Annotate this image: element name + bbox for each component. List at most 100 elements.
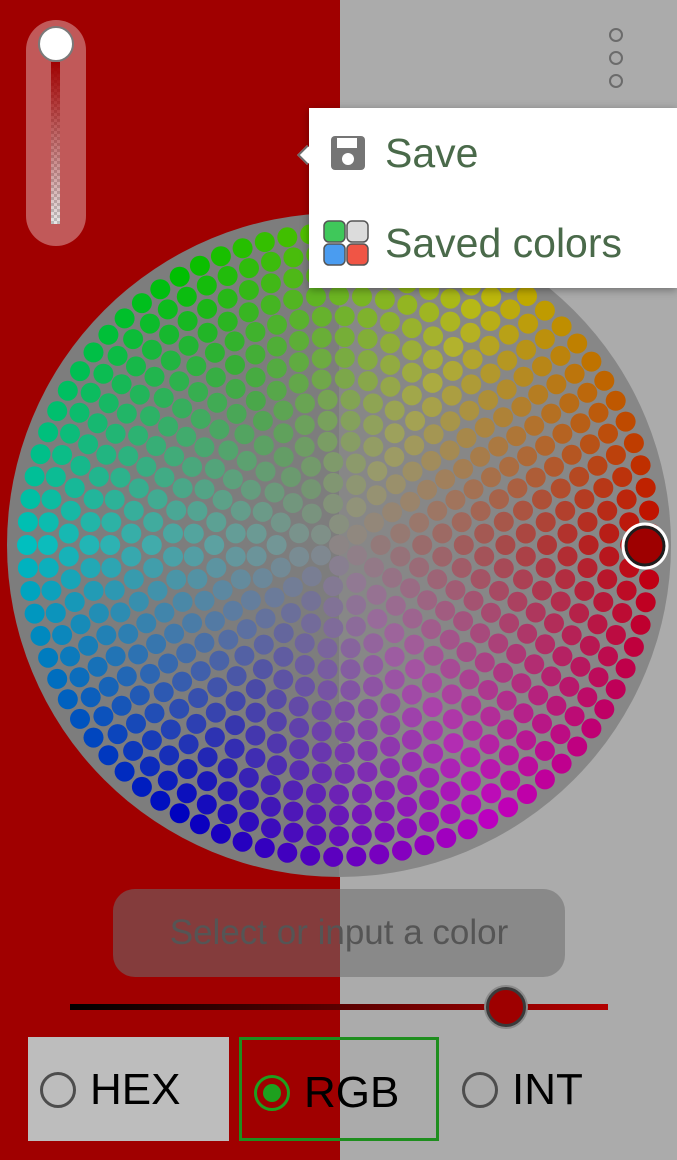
color-dot[interactable] (432, 546, 453, 567)
color-dot[interactable] (577, 687, 598, 708)
color-dot[interactable] (334, 347, 355, 368)
color-dot[interactable] (329, 514, 349, 535)
color-dot[interactable] (496, 379, 517, 400)
color-dot[interactable] (30, 444, 51, 465)
color-dot[interactable] (194, 632, 215, 653)
color-dot[interactable] (400, 491, 421, 512)
color-dot[interactable] (245, 702, 266, 723)
color-dot[interactable] (197, 747, 218, 768)
color-dot[interactable] (457, 819, 478, 840)
color-dot[interactable] (317, 659, 338, 680)
color-dot[interactable] (474, 417, 495, 438)
color-dot[interactable] (635, 477, 656, 498)
color-dot[interactable] (20, 489, 41, 509)
color-dot[interactable] (281, 467, 301, 487)
color-dot[interactable] (277, 842, 298, 863)
color-dot[interactable] (374, 289, 395, 310)
color-dot[interactable] (456, 428, 477, 448)
color-dot[interactable] (555, 500, 576, 521)
color-dot[interactable] (210, 823, 231, 844)
color-dot[interactable] (266, 733, 287, 754)
color-dot[interactable] (363, 676, 383, 697)
color-dot[interactable] (615, 658, 636, 679)
color-dot[interactable] (357, 350, 378, 370)
color-dot[interactable] (340, 659, 361, 680)
color-dot[interactable] (422, 372, 443, 393)
color-dot[interactable] (225, 523, 246, 544)
color-dot[interactable] (561, 625, 582, 646)
color-dot[interactable] (346, 497, 367, 518)
color-dot[interactable] (267, 314, 287, 335)
color-dot[interactable] (70, 708, 90, 729)
color-dot[interactable] (69, 402, 90, 423)
color-dot[interactable] (323, 452, 344, 472)
color-dot[interactable] (451, 512, 472, 533)
color-dot[interactable] (17, 535, 37, 555)
color-dot[interactable] (460, 322, 481, 343)
color-dot[interactable] (80, 558, 101, 578)
color-dot[interactable] (245, 344, 266, 365)
color-dot[interactable] (367, 461, 388, 482)
color-dot[interactable] (96, 444, 117, 465)
color-dot[interactable] (513, 366, 534, 387)
color-dot[interactable] (282, 493, 303, 513)
color-dot[interactable] (144, 366, 165, 387)
color-dot[interactable] (401, 385, 422, 406)
color-dot[interactable] (480, 363, 501, 384)
color-dot[interactable] (169, 698, 190, 719)
color-dot[interactable] (104, 580, 125, 601)
color-dot[interactable] (83, 342, 104, 363)
color-dot[interactable] (157, 299, 178, 320)
color-dot[interactable] (401, 684, 422, 705)
color-dot[interactable] (294, 655, 315, 675)
color-dot[interactable] (283, 289, 304, 310)
color-dot[interactable] (188, 688, 209, 708)
color-dot[interactable] (311, 524, 331, 545)
color-dot[interactable] (116, 403, 137, 424)
color-dot[interactable] (294, 633, 315, 654)
color-dot[interactable] (159, 745, 180, 766)
color-dot[interactable] (635, 592, 656, 613)
color-dot[interactable] (311, 763, 332, 784)
color-dot[interactable] (266, 358, 287, 379)
color-dot[interactable] (273, 623, 294, 644)
color-dot[interactable] (172, 398, 193, 419)
menu-item-save[interactable]: Save (309, 108, 677, 198)
color-dot[interactable] (126, 356, 146, 377)
color-dot[interactable] (432, 523, 453, 544)
color-dot[interactable] (196, 794, 217, 815)
color-dot[interactable] (52, 445, 73, 465)
color-dot[interactable] (516, 730, 537, 751)
color-dot[interactable] (593, 592, 614, 612)
color-dot[interactable] (579, 434, 600, 455)
color-dot[interactable] (197, 322, 218, 343)
color-dot[interactable] (390, 546, 411, 567)
color-dot[interactable] (441, 385, 462, 406)
color-dot[interactable] (306, 804, 327, 825)
color-dot[interactable] (588, 402, 609, 423)
color-dot[interactable] (306, 825, 327, 846)
color-dot[interactable] (397, 294, 418, 315)
color-dot[interactable] (581, 351, 602, 372)
color-dot[interactable] (478, 390, 499, 410)
color-dot[interactable] (385, 474, 406, 495)
color-dot[interactable] (374, 780, 395, 801)
color-dot[interactable] (239, 258, 259, 279)
color-dot[interactable] (579, 635, 600, 656)
color-dot[interactable] (525, 602, 546, 623)
color-dot[interactable] (178, 335, 199, 356)
color-dot[interactable] (462, 720, 483, 741)
color-dot[interactable] (104, 489, 125, 510)
color-dot[interactable] (288, 373, 309, 394)
color-dot[interactable] (153, 387, 174, 408)
color-dot[interactable] (363, 655, 384, 675)
color-dot[interactable] (190, 661, 211, 682)
color-dot[interactable] (172, 478, 193, 499)
color-dot[interactable] (550, 478, 571, 499)
color-dot[interactable] (169, 371, 190, 392)
color-dot[interactable] (246, 523, 267, 544)
color-dot[interactable] (515, 546, 536, 567)
color-dot[interactable] (345, 453, 366, 474)
color-dot[interactable] (417, 590, 438, 611)
color-dot[interactable] (423, 645, 444, 666)
